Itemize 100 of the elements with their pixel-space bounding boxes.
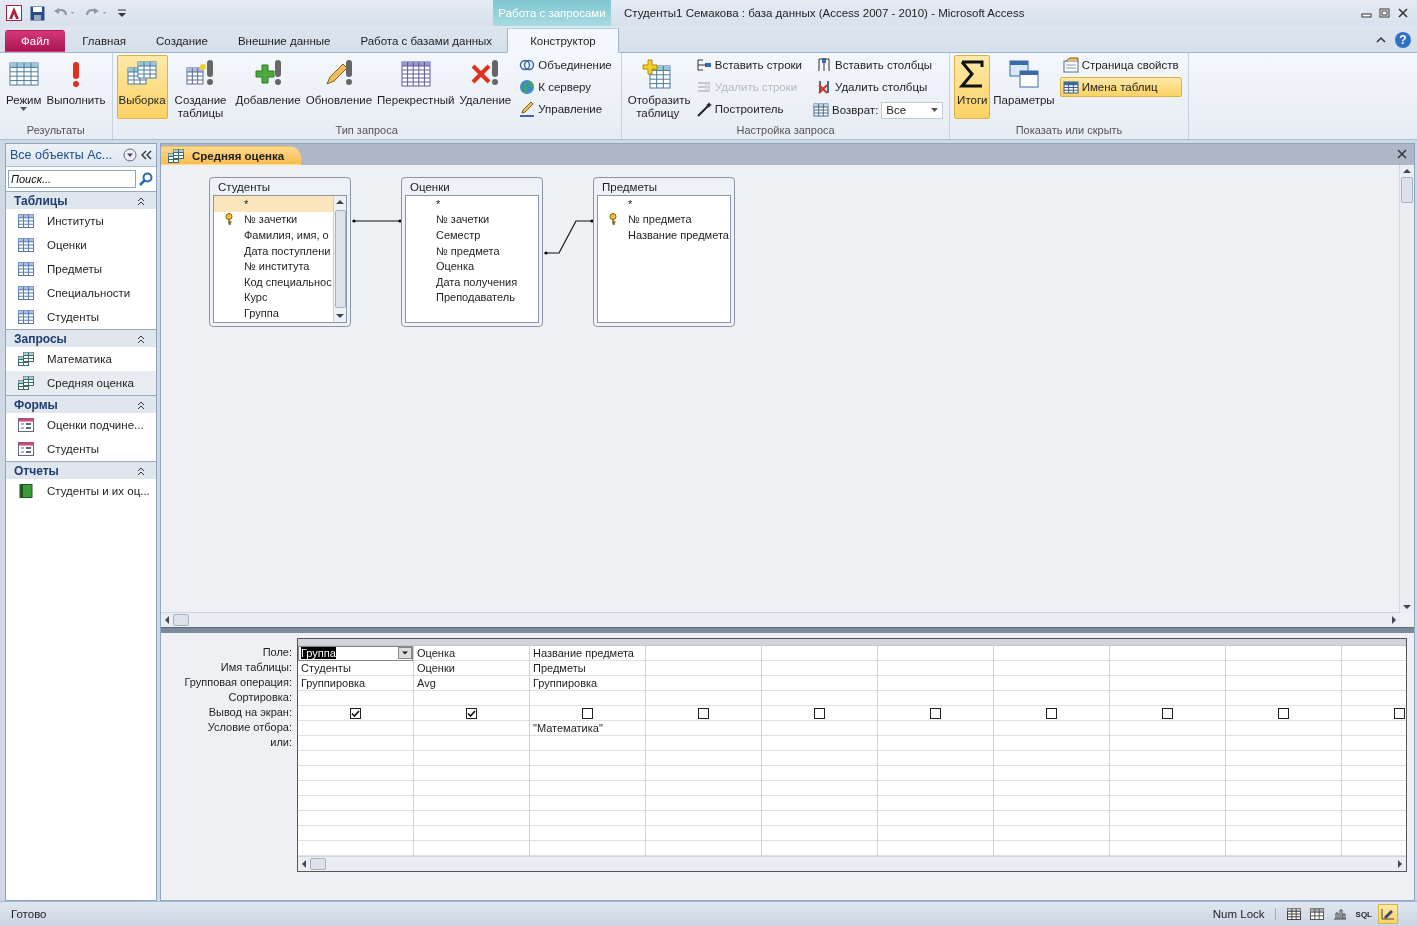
close-icon[interactable] — [1397, 8, 1409, 18]
checkbox[interactable] — [1046, 707, 1057, 719]
grid-cell[interactable]: Оценка — [414, 646, 529, 661]
navigation-item[interactable]: Институты — [6, 209, 156, 233]
field-item[interactable]: * — [214, 196, 333, 212]
ribbon-tab[interactable]: Файл — [5, 30, 66, 52]
grid-cell[interactable]: Название предмета — [530, 646, 645, 661]
navigation-item[interactable]: Студенты — [6, 437, 156, 461]
ribbon-tab[interactable]: Внешние данные — [222, 30, 346, 52]
save-icon[interactable] — [30, 5, 45, 21]
grid-cell[interactable]: Группа — [298, 646, 413, 661]
table-window[interactable]: Предметы * № предмета Название предмета — [593, 177, 735, 327]
ribbon-button[interactable]: Выборка — [116, 55, 168, 119]
field-item[interactable]: Преподаватель — [406, 289, 538, 306]
checkbox[interactable] — [1278, 707, 1289, 719]
ribbon-button[interactable]: Отобразить таблицу — [625, 55, 690, 123]
grid-cell[interactable]: Студенты — [301, 662, 351, 674]
grid-cell[interactable]: Группировка — [301, 677, 366, 689]
navigation-item[interactable]: Специальности — [6, 281, 156, 305]
field-item[interactable]: № зачетки — [406, 211, 538, 228]
help-button[interactable]: ? — [1395, 32, 1411, 48]
ribbon-button[interactable]: Удаление — [457, 55, 514, 119]
scroll-thumb[interactable] — [334, 210, 346, 308]
ribbon-button[interactable]: Построитель — [692, 99, 805, 119]
ribbon-button[interactable]: Итоги — [954, 55, 991, 119]
collapse-icon[interactable] — [136, 399, 146, 410]
checkbox[interactable] — [1394, 707, 1405, 719]
field-item[interactable]: Название предмета — [598, 227, 730, 243]
table-window[interactable]: Оценки * № зачетки Семестр № предмета Оценка Дата получения Преподаватель — [401, 177, 543, 327]
checkbox[interactable] — [698, 707, 709, 719]
search-field[interactable]: Поиск... — [8, 170, 136, 188]
collapse-icon[interactable] — [140, 150, 152, 160]
collapse-icon[interactable] — [136, 195, 146, 206]
restore-icon[interactable] — [1379, 8, 1391, 18]
ribbon-button[interactable]: Добавление — [233, 55, 303, 119]
column-selector[interactable] — [762, 639, 877, 646]
grid-cell[interactable]: Avg — [417, 677, 436, 689]
field-item[interactable]: Группа — [214, 305, 333, 321]
grid-cell[interactable]: "Математика" — [533, 722, 603, 734]
collapse-ribbon-icon[interactable] — [1375, 35, 1387, 45]
column-selector[interactable] — [530, 639, 645, 646]
checkbox[interactable] — [814, 707, 825, 719]
scrollbar[interactable] — [298, 856, 1406, 871]
navigation-item[interactable]: Студенты — [6, 305, 156, 329]
navigation-item[interactable]: Оценки — [6, 233, 156, 257]
grid-cell[interactable]: Группировка — [533, 677, 598, 689]
collapse-icon[interactable] — [136, 465, 146, 476]
column-selector[interactable] — [1226, 639, 1341, 646]
scrollbar[interactable] — [333, 196, 346, 322]
ribbon-button[interactable]: К серверу — [516, 77, 615, 97]
ribbon-button[interactable]: Режим — [4, 55, 44, 119]
field-item[interactable]: Оценка — [406, 258, 538, 274]
field-item[interactable]: № института — [214, 258, 333, 274]
customize-icon[interactable] — [117, 7, 127, 19]
app-icon[interactable] — [6, 5, 22, 21]
section-header[interactable]: Запросы — [6, 329, 156, 347]
field-item[interactable]: Дата поступлени — [214, 242, 333, 259]
checkbox[interactable] — [1162, 707, 1173, 719]
navigation-item[interactable]: Предметы — [6, 257, 156, 281]
column-selector[interactable] — [646, 639, 761, 646]
field-item[interactable]: * — [406, 196, 538, 212]
grid-cell[interactable]: Оценки — [417, 662, 455, 674]
ribbon-button[interactable]: Управление — [516, 99, 615, 119]
ribbon-tab[interactable]: Работа с базами данных — [345, 30, 508, 52]
scrollbar[interactable] — [1399, 165, 1414, 613]
view-button[interactable] — [1378, 904, 1398, 924]
column-selector[interactable] — [994, 639, 1109, 646]
scrollbar[interactable] — [161, 612, 1400, 627]
column-selector[interactable] — [878, 639, 993, 646]
field-item[interactable]: Фамилия, имя, о — [214, 227, 333, 243]
column-selector[interactable] — [1110, 639, 1225, 646]
checkbox[interactable] — [350, 707, 361, 719]
scroll-thumb[interactable] — [173, 614, 189, 626]
field-item[interactable]: № зачетки — [214, 211, 333, 228]
field-item[interactable]: * — [598, 196, 730, 212]
table-window[interactable]: Студенты * № зачетки Фамилия, имя, о Дата поступлени № института Код специальнос Курс Группа — [209, 177, 351, 327]
ribbon-button[interactable]: Удалить столбцы — [813, 77, 944, 97]
scroll-thumb[interactable] — [310, 858, 326, 870]
grid-cell[interactable]: Предметы — [533, 662, 586, 674]
field-item[interactable]: Курс — [214, 289, 333, 306]
navigation-item[interactable]: Студенты и их оц... — [6, 479, 156, 503]
field-item[interactable]: Код специальнос — [214, 273, 333, 290]
field-item[interactable]: № предмета — [406, 242, 538, 259]
checkbox[interactable] — [582, 707, 593, 719]
section-header[interactable]: Таблицы — [6, 191, 156, 209]
navigation-item[interactable]: Средняя оценка — [6, 371, 156, 395]
field-item[interactable]: Дата получения — [406, 273, 538, 290]
section-header[interactable]: Формы — [6, 395, 156, 413]
close-icon[interactable] — [1397, 149, 1407, 159]
section-header[interactable]: Отчеты — [6, 461, 156, 479]
collapse-icon[interactable] — [136, 333, 146, 344]
navigation-item[interactable]: Оценки подчине... — [6, 413, 156, 437]
checkbox[interactable] — [466, 707, 477, 719]
document-tab[interactable]: Средняя оценка — [161, 146, 302, 165]
search-icon[interactable] — [139, 172, 153, 186]
scroll-thumb[interactable] — [1401, 177, 1413, 203]
ribbon-button[interactable]: Имена таблиц — [1059, 77, 1182, 97]
return-dropdown[interactable]: Все — [881, 101, 944, 119]
ribbon-tab[interactable]: Конструктор — [507, 28, 619, 53]
dropdown-icon[interactable] — [398, 647, 412, 659]
